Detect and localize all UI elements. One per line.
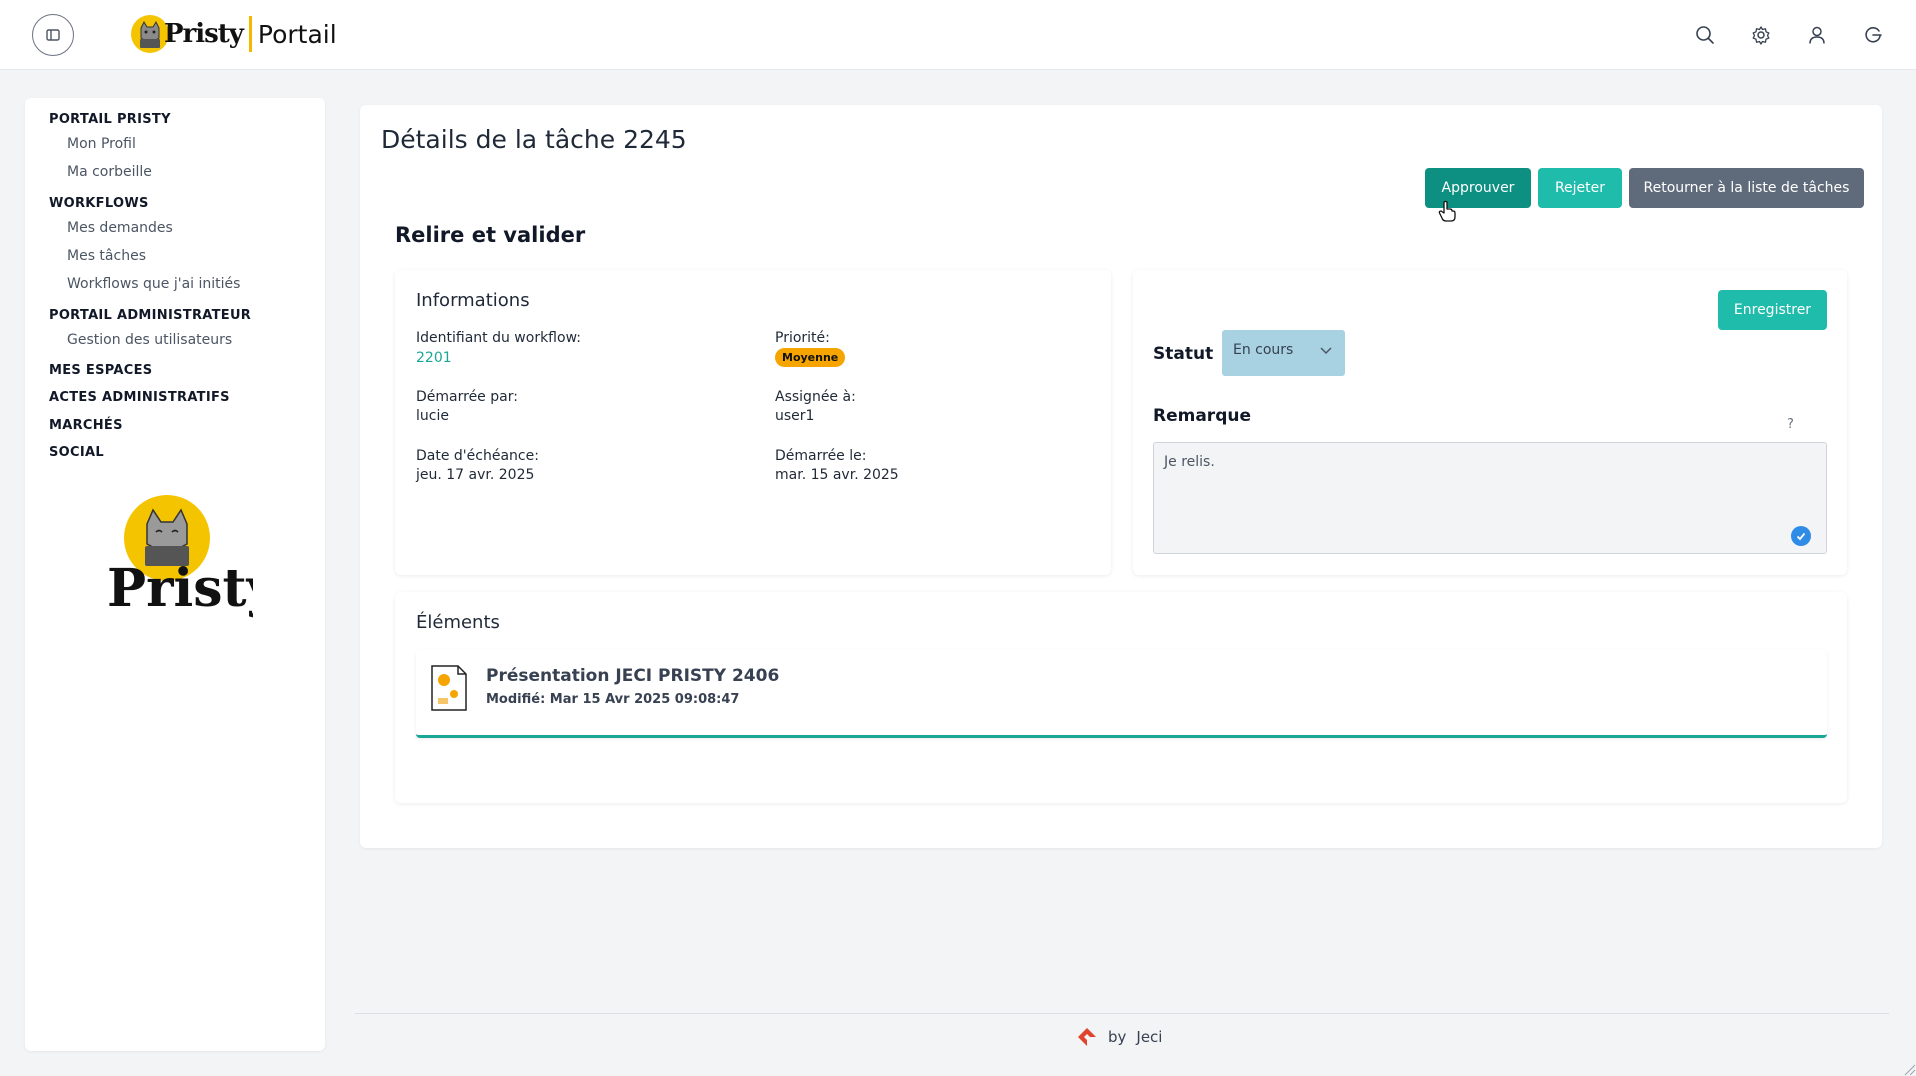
- sidebar-section-marches[interactable]: MARCHÉS: [49, 418, 123, 433]
- started-on-value: mar. 15 avr. 2025: [775, 467, 899, 483]
- hand-cursor-icon: [1438, 200, 1456, 222]
- chevron-down-icon: [1320, 347, 1332, 355]
- assigned-value: user1: [775, 408, 815, 424]
- sidebar-logo: Pristy: [103, 494, 279, 634]
- footer-divider: [355, 1013, 1889, 1014]
- page-title: Détails de la tâche 2245: [381, 125, 687, 154]
- document-modified: Modifié: Mar 15 Avr 2025 09:08:47: [486, 692, 740, 707]
- workflow-id-link[interactable]: 2201: [416, 350, 452, 366]
- logo-word: Pristy: [164, 19, 244, 49]
- priority-label: Priorité:: [775, 330, 830, 346]
- assigned-label: Assignée à:: [775, 389, 856, 405]
- status-label: Statut: [1153, 344, 1214, 364]
- status-select-value: En cours: [1233, 342, 1294, 358]
- elements-title: Éléments: [416, 612, 500, 633]
- remark-textarea[interactable]: Je relis.: [1153, 442, 1827, 554]
- task-section-title: Relire et valider: [395, 223, 586, 247]
- presentation-file-icon: [431, 665, 467, 711]
- save-button[interactable]: Enregistrer: [1718, 290, 1827, 330]
- app-logo[interactable]: Pristy Portail: [130, 12, 337, 56]
- remark-text: Je relis.: [1164, 454, 1215, 470]
- workflow-id-label: Identifiant du workflow:: [416, 330, 581, 346]
- task-details-card: Détails de la tâche 2245 Approuver Rejet…: [360, 105, 1882, 848]
- gear-icon: [1752, 26, 1770, 45]
- refresh-logout-icon: [1865, 27, 1882, 43]
- check-icon: [1791, 526, 1811, 546]
- sidebar-section-portail-admin[interactable]: PORTAIL ADMINISTRATEUR: [49, 308, 251, 323]
- due-date-value: jeu. 17 avr. 2025: [416, 467, 535, 483]
- sidebar-section-portail-pristy[interactable]: PORTAIL PRISTY: [49, 112, 171, 127]
- task-form-panel: Enregistrer Statut En cours Remarque ? J…: [1133, 270, 1847, 575]
- informations-title: Informations: [416, 290, 530, 311]
- sidebar-item-gestion-utilisateurs[interactable]: Gestion des utilisateurs: [67, 332, 232, 348]
- logout-button[interactable]: [1858, 20, 1888, 50]
- sidebar-section-actes-administratifs[interactable]: ACTES ADMINISTRATIFS: [49, 390, 230, 405]
- reject-button[interactable]: Rejeter: [1538, 168, 1622, 208]
- informations-panel: Informations Identifiant du workflow: 22…: [395, 270, 1111, 575]
- started-on-label: Démarrée le:: [775, 448, 867, 464]
- logo-portail-text: Portail: [257, 19, 337, 49]
- remark-label: Remarque: [1153, 406, 1251, 426]
- sidebar-logo-word: Pristy: [107, 558, 253, 619]
- footer-company[interactable]: Jeci: [1136, 1028, 1162, 1046]
- sidebar-item-mes-taches[interactable]: Mes tâches: [67, 248, 146, 264]
- priority-badge: Moyenne: [775, 348, 846, 367]
- search-button[interactable]: [1690, 20, 1720, 50]
- sidebar-item-workflows-inities[interactable]: Workflows que j'ai initiés: [67, 276, 240, 292]
- started-by-value: lucie: [416, 408, 449, 424]
- jeci-logo-icon: [1078, 1028, 1096, 1046]
- user-button[interactable]: [1802, 20, 1832, 50]
- footer: by Jeci: [1076, 1026, 1162, 1048]
- top-bar: Pristy Portail: [0, 0, 1916, 70]
- document-item[interactable]: Présentation JECI PRISTY 2406 Modifié: M…: [416, 650, 1827, 738]
- started-by-label: Démarrée par:: [416, 389, 518, 405]
- sidebar-toggle-icon: [46, 29, 60, 41]
- sidebar-section-social[interactable]: SOCIAL: [49, 445, 104, 460]
- footer-by: by: [1108, 1028, 1127, 1046]
- status-select[interactable]: En cours: [1222, 330, 1345, 376]
- settings-button[interactable]: [1746, 20, 1776, 50]
- return-to-task-list-button[interactable]: Retourner à la liste de tâches: [1629, 168, 1864, 208]
- help-icon[interactable]: ?: [1787, 417, 1794, 432]
- resize-handle-icon: [1904, 1064, 1916, 1076]
- elements-panel: Éléments Présentation JECI PRISTY 2406 M…: [395, 592, 1847, 803]
- sidebar-item-ma-corbeille[interactable]: Ma corbeille: [67, 164, 152, 180]
- sidebar-item-mes-demandes[interactable]: Mes demandes: [67, 220, 173, 236]
- document-name[interactable]: Présentation JECI PRISTY 2406: [486, 666, 779, 686]
- sidebar-section-workflows[interactable]: WORKFLOWS: [49, 196, 149, 211]
- sidebar-section-mes-espaces[interactable]: MES ESPACES: [49, 363, 152, 378]
- pristy-cat-mascot-icon: Pristy: [107, 495, 279, 619]
- top-actions: [1690, 20, 1888, 50]
- search-icon: [1696, 26, 1714, 44]
- due-date-label: Date d'échéance:: [416, 448, 539, 464]
- sidebar-toggle-button[interactable]: [32, 14, 74, 56]
- sidebar: PORTAIL PRISTY Mon Profil Ma corbeille W…: [25, 98, 325, 1051]
- logo-divider: [248, 16, 252, 52]
- sidebar-item-mon-profil[interactable]: Mon Profil: [67, 136, 136, 152]
- user-icon: [1809, 26, 1825, 44]
